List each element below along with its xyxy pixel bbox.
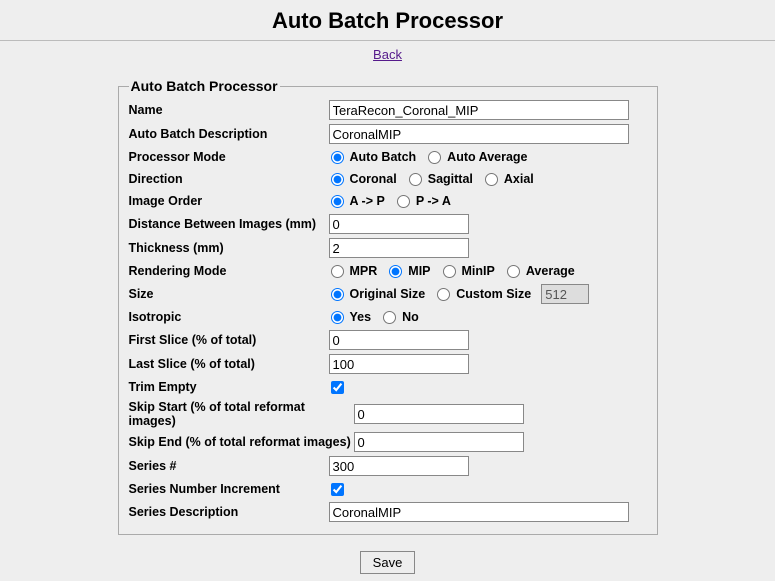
page-title: Auto Batch Processor — [0, 0, 775, 40]
first-slice-input[interactable] — [329, 330, 469, 350]
name-input[interactable] — [329, 100, 629, 120]
label-skip-end: Skip End (% of total reformat images) — [129, 435, 354, 449]
label-rendering-mode: Rendering Mode — [129, 264, 329, 278]
trim-empty-checkbox[interactable] — [331, 381, 344, 394]
label-series-desc: Series Description — [129, 505, 329, 519]
radio-axial-label: Axial — [504, 172, 534, 186]
radio-sagittal[interactable] — [409, 173, 422, 186]
radio-isotropic-yes[interactable] — [331, 311, 344, 324]
save-button[interactable]: Save — [360, 551, 416, 574]
label-isotropic: Isotropic — [129, 310, 329, 324]
radio-sagittal-label: Sagittal — [428, 172, 473, 186]
radio-original-size-label: Original Size — [350, 287, 426, 301]
radio-custom-size[interactable] — [437, 288, 450, 301]
label-trim-empty: Trim Empty — [129, 380, 329, 394]
radio-a-to-p[interactable] — [331, 195, 344, 208]
distance-input[interactable] — [329, 214, 469, 234]
fieldset-legend: Auto Batch Processor — [129, 78, 280, 94]
radio-minip-label: MinIP — [462, 264, 495, 278]
radio-mip-label: MIP — [408, 264, 430, 278]
radio-auto-average-label: Auto Average — [447, 150, 527, 164]
radio-minip[interactable] — [443, 265, 456, 278]
custom-size-input — [541, 284, 589, 304]
radio-coronal[interactable] — [331, 173, 344, 186]
skip-end-input[interactable] — [354, 432, 524, 452]
label-name: Name — [129, 103, 329, 117]
radio-average[interactable] — [507, 265, 520, 278]
series-desc-input[interactable] — [329, 502, 629, 522]
radio-a-to-p-label: A -> P — [350, 194, 385, 208]
radio-mpr[interactable] — [331, 265, 344, 278]
series-inc-checkbox[interactable] — [331, 483, 344, 496]
radio-mip[interactable] — [389, 265, 402, 278]
label-description: Auto Batch Description — [129, 127, 329, 141]
radio-isotropic-no[interactable] — [383, 311, 396, 324]
label-distance: Distance Between Images (mm) — [129, 217, 329, 231]
radio-isotropic-yes-label: Yes — [350, 310, 372, 324]
label-first-slice: First Slice (% of total) — [129, 333, 329, 347]
radio-axial[interactable] — [485, 173, 498, 186]
auto-batch-fieldset: Auto Batch Processor Name Auto Batch Des… — [118, 78, 658, 535]
radio-original-size[interactable] — [331, 288, 344, 301]
radio-mpr-label: MPR — [350, 264, 378, 278]
label-processor-mode: Processor Mode — [129, 150, 329, 164]
label-direction: Direction — [129, 172, 329, 186]
skip-start-input[interactable] — [354, 404, 524, 424]
series-num-input[interactable] — [329, 456, 469, 476]
radio-auto-batch-label: Auto Batch — [350, 150, 417, 164]
label-series-num: Series # — [129, 459, 329, 473]
label-series-inc: Series Number Increment — [129, 482, 329, 496]
radio-isotropic-no-label: No — [402, 310, 419, 324]
label-size: Size — [129, 287, 329, 301]
last-slice-input[interactable] — [329, 354, 469, 374]
radio-p-to-a-label: P -> A — [416, 194, 451, 208]
back-link[interactable]: Back — [373, 47, 402, 62]
radio-auto-average[interactable] — [428, 151, 441, 164]
radio-average-label: Average — [526, 264, 575, 278]
radio-coronal-label: Coronal — [350, 172, 397, 186]
radio-auto-batch[interactable] — [331, 151, 344, 164]
thickness-input[interactable] — [329, 238, 469, 258]
label-skip-start: Skip Start (% of total reformat images) — [129, 400, 354, 428]
radio-p-to-a[interactable] — [397, 195, 410, 208]
label-thickness: Thickness (mm) — [129, 241, 329, 255]
label-last-slice: Last Slice (% of total) — [129, 357, 329, 371]
label-image-order: Image Order — [129, 194, 329, 208]
radio-custom-size-label: Custom Size — [456, 287, 531, 301]
description-input[interactable] — [329, 124, 629, 144]
